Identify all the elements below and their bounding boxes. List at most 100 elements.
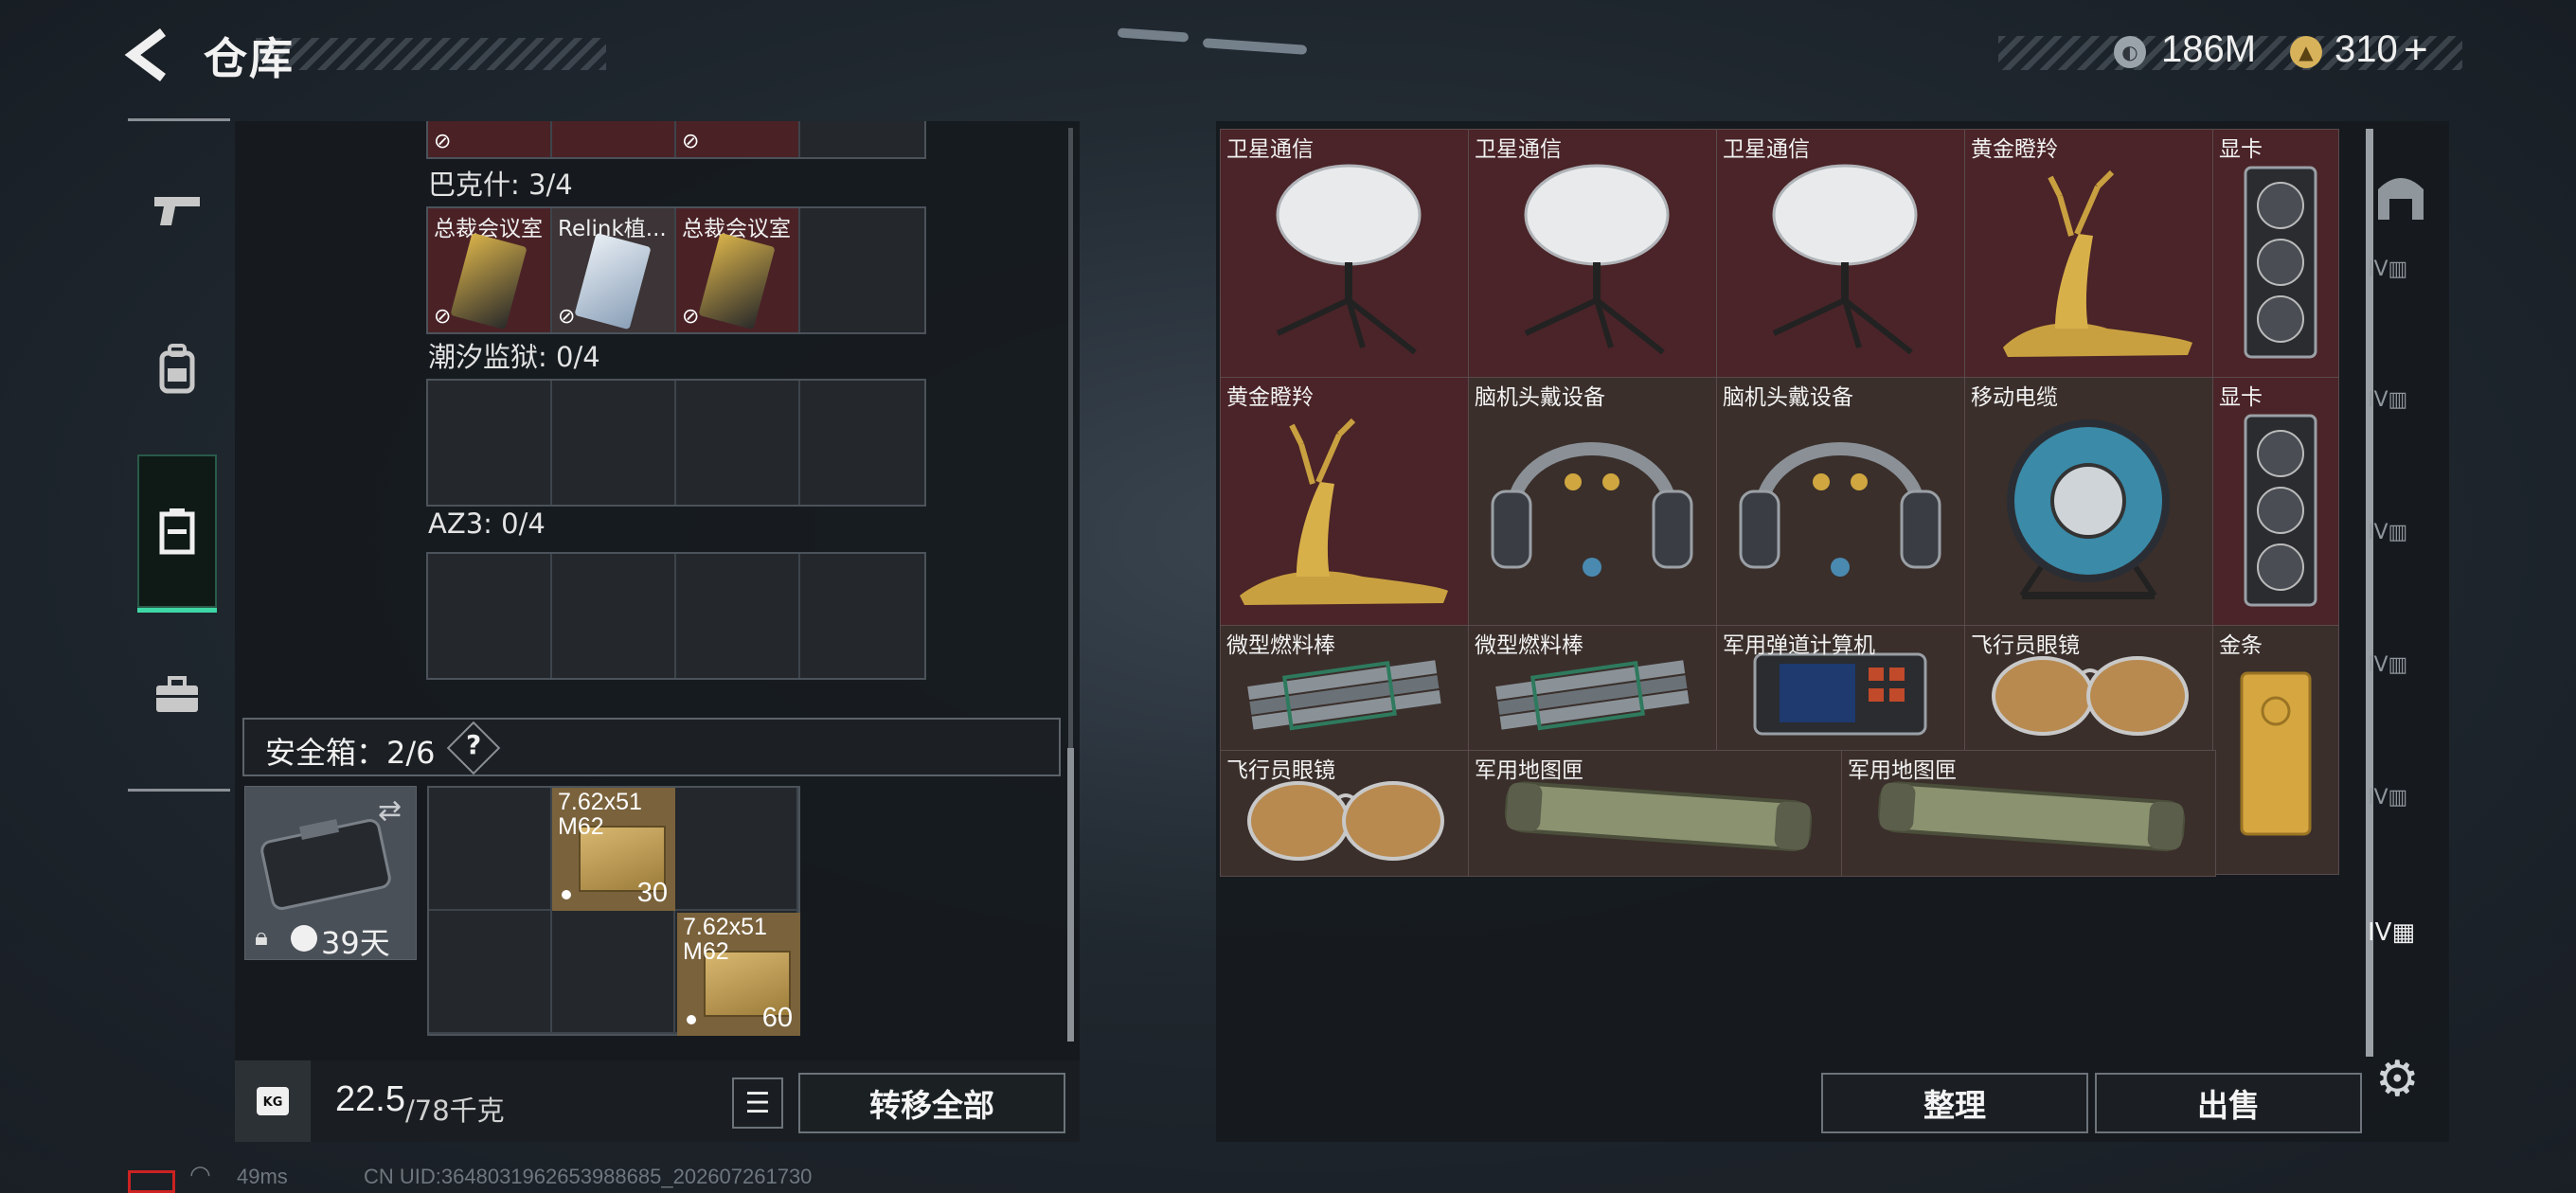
- background-light: [1202, 38, 1308, 55]
- scrollbar-thumb[interactable]: [1067, 748, 1074, 1042]
- ammo-item[interactable]: 7.62x51 M62 60: [677, 913, 800, 1036]
- list-view-button[interactable]: ☰: [732, 1077, 783, 1129]
- neural-headset-icon: [1739, 442, 1941, 577]
- nav-weapon[interactable]: [137, 170, 217, 250]
- slot[interactable]: [675, 788, 798, 911]
- item-label: 微型燃料棒: [1475, 633, 1583, 658]
- slot[interactable]: 总裁会议室 ⊘: [428, 208, 552, 332]
- organize-button[interactable]: 整理: [1821, 1073, 2088, 1133]
- nav-briefcase[interactable]: [137, 655, 217, 735]
- ammo-item[interactable]: 7.62x51 M62 30: [552, 788, 675, 911]
- slot[interactable]: [552, 121, 676, 157]
- wifi-icon: ◠: [189, 1161, 211, 1189]
- ammo-count: 60: [761, 1003, 793, 1033]
- group-label: 潮汐监狱: 0/4: [428, 341, 600, 373]
- transfer-all-button[interactable]: 转移全部: [798, 1073, 1065, 1133]
- slot[interactable]: [552, 554, 676, 678]
- item-label: 金条: [2219, 633, 2263, 658]
- slot[interactable]: Relink植... ⊘: [552, 208, 676, 332]
- stash-item[interactable]: 卫星通信: [1220, 129, 1470, 379]
- slot[interactable]: [800, 554, 924, 678]
- locked-icon: ⊘: [434, 305, 452, 329]
- help-button[interactable]: ?: [466, 729, 481, 760]
- weight-max: /78千克: [405, 1095, 505, 1127]
- tab-iv-icon[interactable]: IV▥: [2368, 388, 2434, 445]
- graphics-card-icon: [2244, 414, 2317, 607]
- stash-item[interactable]: 飞行员眼镜: [1220, 750, 1470, 877]
- back-button[interactable]: [123, 27, 170, 83]
- stash-item[interactable]: 移动电缆: [1964, 377, 2214, 627]
- stash-item[interactable]: 脑机头戴设备: [1468, 377, 1718, 627]
- stash-item[interactable]: 飞行员眼镜: [1964, 625, 2214, 752]
- nav-container[interactable]: [137, 492, 217, 572]
- item-label: 军用地图匣: [1475, 758, 1583, 783]
- safe-box-timer: 39天: [321, 925, 390, 961]
- page-title: 仓库: [204, 33, 295, 84]
- filter-icon[interactable]: [2372, 170, 2439, 227]
- stash-item[interactable]: 卫星通信: [1716, 129, 1966, 379]
- locked-icon: ⊘: [434, 130, 452, 153]
- item-label: 微型燃料棒: [1226, 633, 1335, 658]
- slot[interactable]: ⊘: [676, 121, 800, 157]
- stash-item[interactable]: 军用地图匣: [1841, 750, 2216, 877]
- slot[interactable]: ⊘: [428, 121, 552, 157]
- group-slots-az3: [426, 552, 926, 680]
- slot[interactable]: [800, 208, 924, 332]
- item-label: 卫星通信: [1475, 137, 1562, 162]
- stash-item[interactable]: 军用地图匣: [1468, 750, 1843, 877]
- stash-item[interactable]: 微型燃料棒: [1468, 625, 1718, 752]
- golden-gazelle-icon: [2003, 169, 2192, 357]
- stash-item[interactable]: 显卡: [2212, 129, 2339, 379]
- clock-icon: [291, 925, 317, 952]
- tab-iv-icon[interactable]: IV▥: [2368, 786, 2434, 843]
- tab-iv-icon[interactable]: IV▥: [2368, 521, 2434, 578]
- stash-item[interactable]: 黄金瞪羚: [1964, 129, 2214, 379]
- settings-gear-icon[interactable]: ⚙: [2375, 1051, 2420, 1108]
- tab-iv-icon[interactable]: IV▥: [2368, 258, 2434, 314]
- stash-item[interactable]: 军用弹道计算机: [1716, 625, 1966, 752]
- stash-item[interactable]: 微型燃料棒: [1220, 625, 1470, 752]
- pistol-icon: [154, 197, 200, 225]
- tab-iv-active-icon[interactable]: IV▦: [2368, 918, 2434, 975]
- nav-equipment[interactable]: [137, 329, 217, 409]
- backpack-icon: [159, 344, 195, 394]
- list-icon: ☰: [744, 1086, 771, 1120]
- item-label: 脑机头戴设备: [1723, 385, 1853, 410]
- graphics-card-icon: [2244, 166, 2317, 359]
- slot[interactable]: [429, 911, 552, 1034]
- tab-iv-icon[interactable]: IV▥: [2368, 653, 2434, 710]
- safe-box-case[interactable]: ⇄ 🔒︎ 39天: [244, 786, 417, 961]
- weight-current: 22.5: [335, 1079, 405, 1119]
- slot[interactable]: [429, 788, 552, 911]
- stash-item[interactable]: 脑机头戴设备: [1716, 377, 1966, 627]
- slot[interactable]: [676, 554, 800, 678]
- slot[interactable]: [676, 381, 800, 505]
- slot[interactable]: [552, 381, 676, 505]
- locked-icon: ⊘: [682, 305, 700, 329]
- group-label: AZ3: 0/4: [428, 507, 546, 540]
- slot[interactable]: [428, 554, 552, 678]
- safe-box-label: 安全箱：2/6: [265, 735, 436, 771]
- stash-item[interactable]: 卫星通信: [1468, 129, 1718, 379]
- silver-coin-icon: ◐: [2114, 36, 2146, 68]
- slot[interactable]: [428, 381, 552, 505]
- stash-item[interactable]: 金条: [2212, 625, 2339, 875]
- slot[interactable]: 总裁会议室 ⊘: [676, 208, 800, 332]
- gold-coin-icon: ▲: [2290, 36, 2322, 68]
- swap-icon[interactable]: ⇄: [378, 794, 402, 828]
- item-label: 移动电缆: [1971, 385, 2058, 410]
- keycard-icon: [450, 232, 528, 330]
- slot[interactable]: [552, 911, 675, 1034]
- item-label: 飞行员眼镜: [1226, 758, 1335, 783]
- background-light: [1117, 27, 1190, 43]
- safe-box-header: 安全箱：2/6 ?: [242, 718, 1061, 776]
- group-label: 巴克什: 3/4: [428, 169, 573, 201]
- stash-item[interactable]: 显卡: [2212, 377, 2339, 627]
- neural-headset-icon: [1491, 442, 1693, 577]
- stash-item[interactable]: 黄金瞪羚: [1220, 377, 1470, 627]
- slot[interactable]: [800, 381, 924, 505]
- ammo-count: 30: [636, 878, 668, 908]
- add-gold-button[interactable]: +: [2404, 27, 2428, 74]
- slot[interactable]: [800, 121, 924, 157]
- sell-button[interactable]: 出售: [2095, 1073, 2362, 1133]
